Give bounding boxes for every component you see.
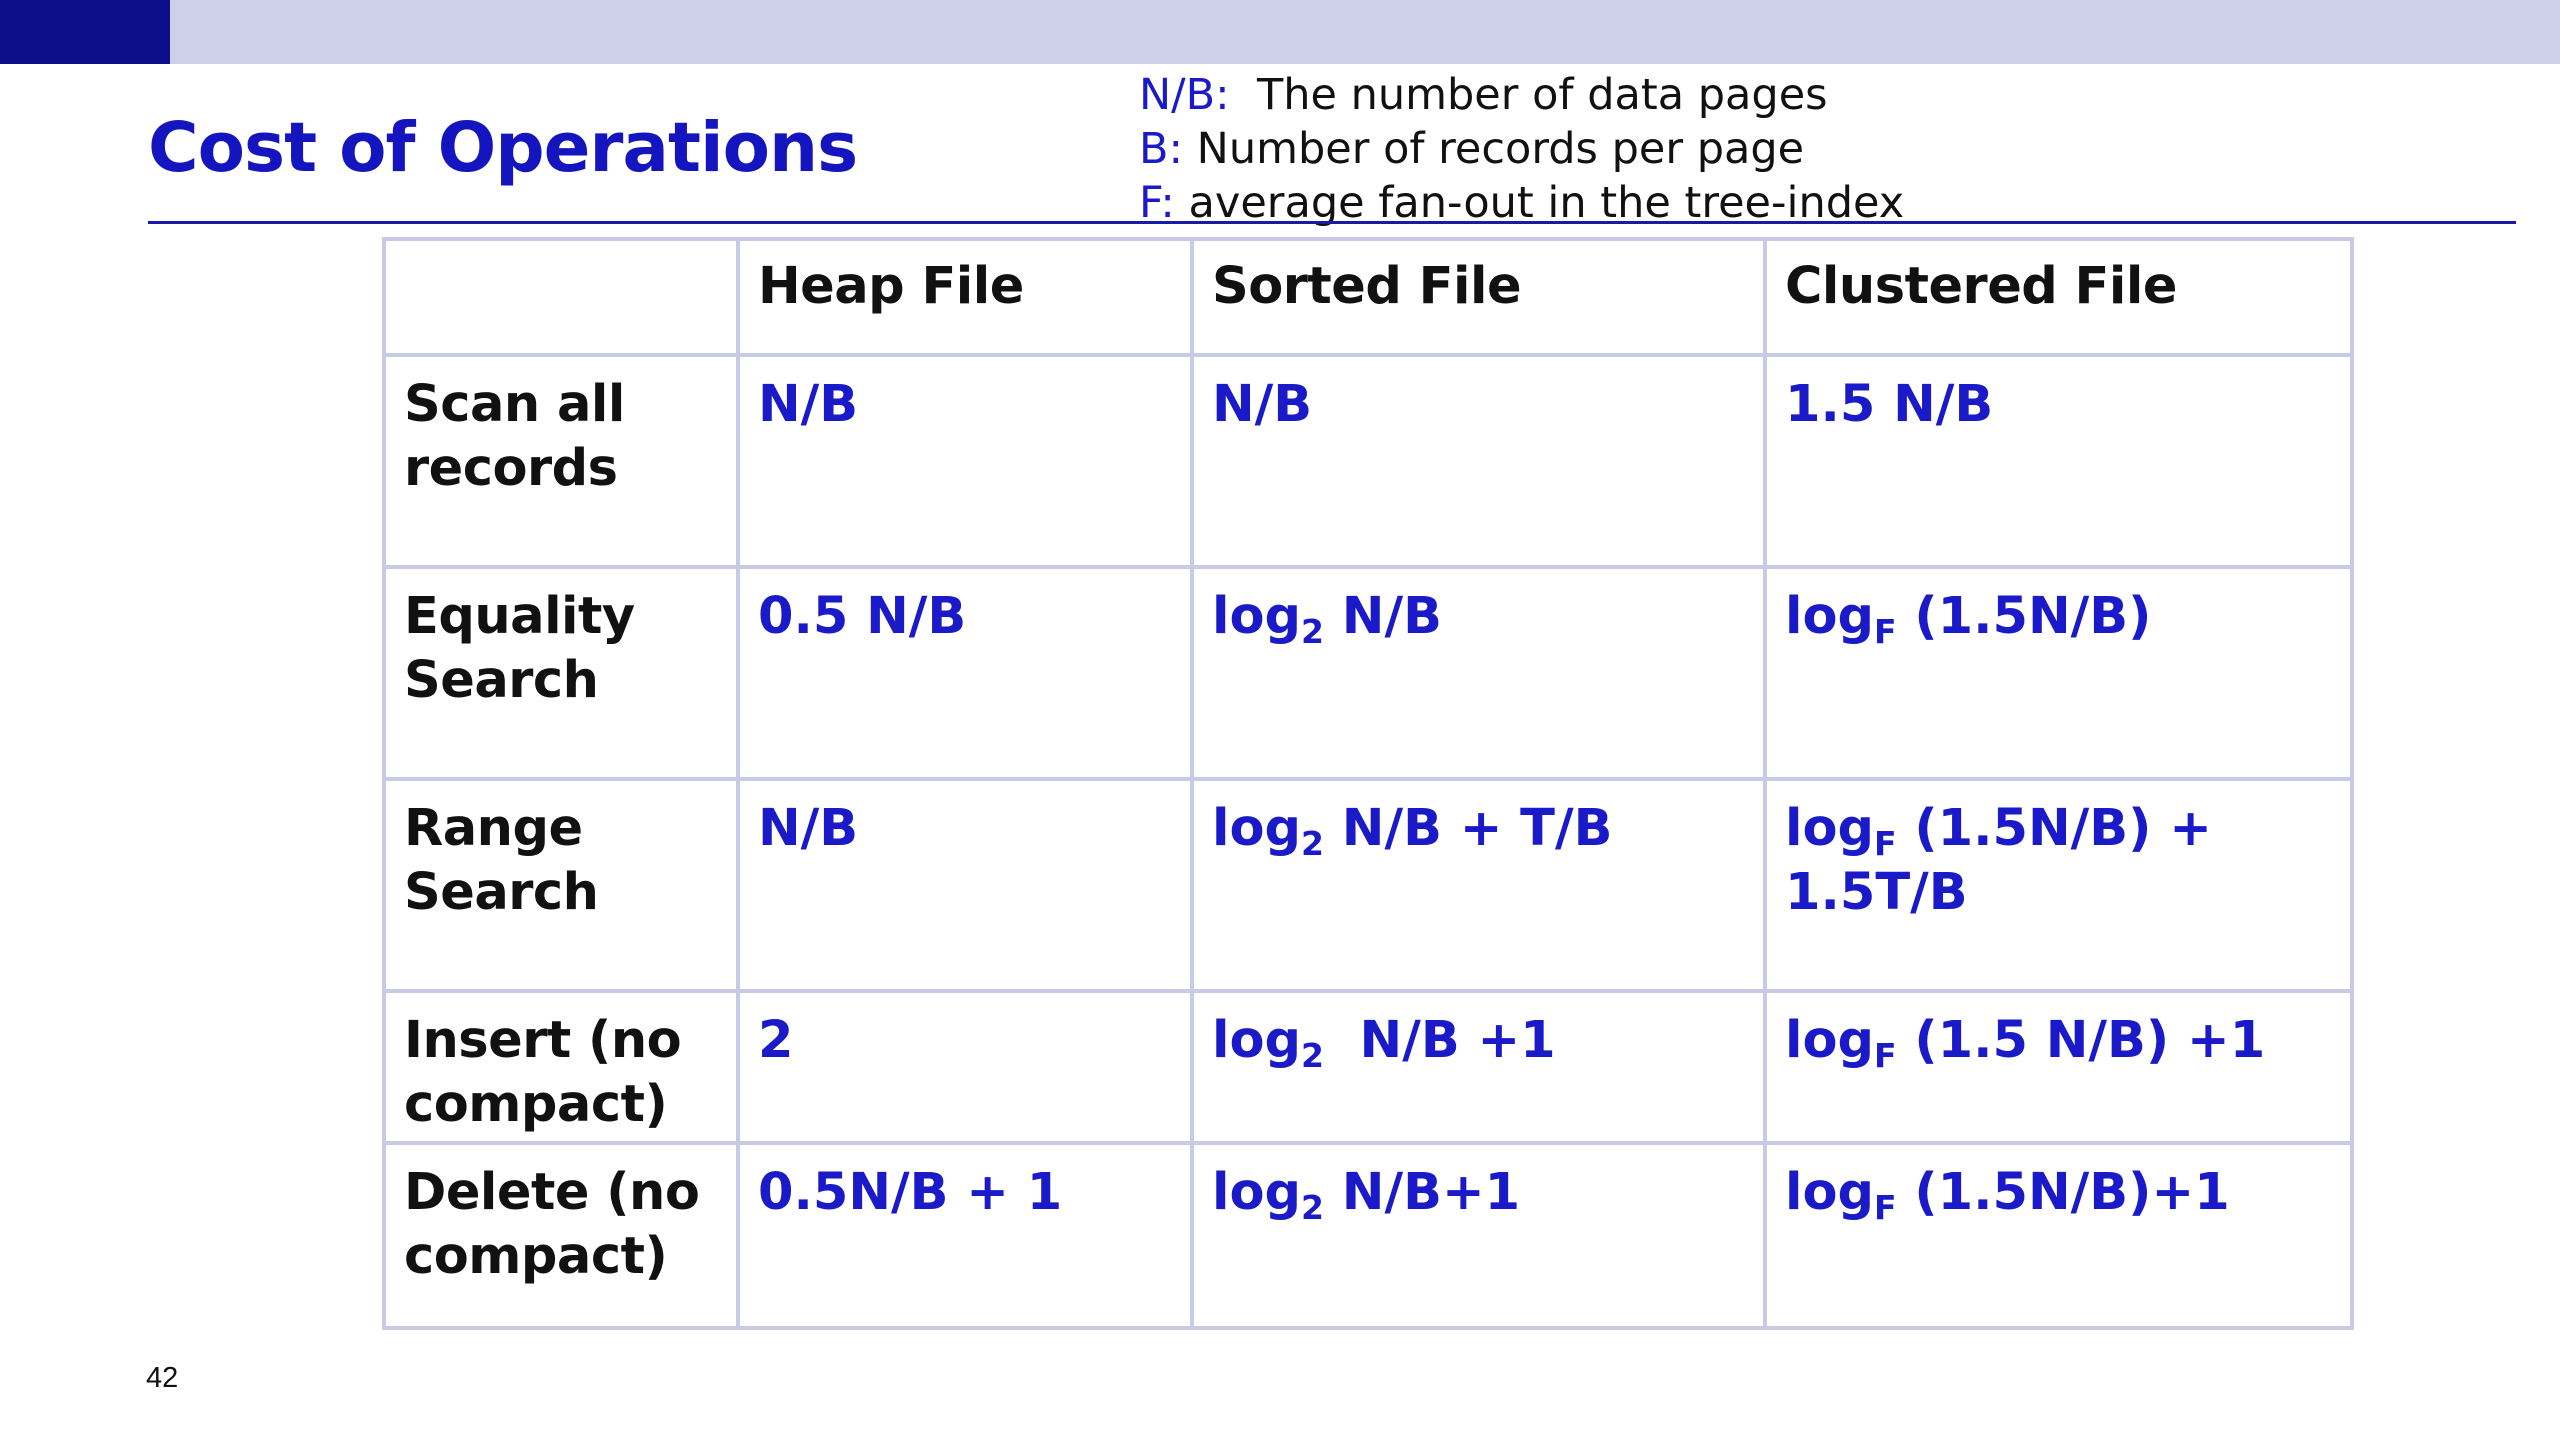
operation-cell: Scan all records bbox=[382, 353, 740, 569]
table-row: Equality Search 0.5 N/B log2 N/B logF (1.… bbox=[382, 565, 2354, 781]
sorted-cost-cell: log2 N/B bbox=[1190, 565, 1767, 781]
heap-cost-cell: N/B bbox=[736, 777, 1194, 993]
clustered-cost-cell: logF (1.5 N/B) +1 bbox=[1763, 989, 2354, 1145]
operation-cell: Insert (no compact) bbox=[382, 989, 740, 1145]
sorted-cost-cell: N/B bbox=[1190, 353, 1767, 569]
table-row: Range Search N/B log2 N/B + T/B logF (1.5… bbox=[382, 777, 2354, 993]
title-underline-rule bbox=[148, 221, 2516, 224]
clustered-cost-cell: logF (1.5N/B)+1 bbox=[1763, 1141, 2354, 1330]
clustered-cost-cell: logF (1.5N/B) +1.5T/B bbox=[1763, 777, 2354, 993]
variable-legend: N/B: The number of data pages B: Number … bbox=[1139, 68, 1904, 230]
table-header-row: Heap File Sorted File Clustered File bbox=[382, 237, 2354, 357]
clustered-cost-cell: logF (1.5N/B) bbox=[1763, 565, 2354, 781]
heap-cost-cell: N/B bbox=[736, 353, 1194, 569]
heap-cost-cell: 2 bbox=[736, 989, 1194, 1145]
top-banner-accent-block bbox=[0, 0, 170, 64]
legend-text: Number of records per page bbox=[1183, 124, 1805, 174]
slide-title: Cost of Operations bbox=[148, 108, 858, 188]
header-cell-sorted-file: Sorted File bbox=[1190, 237, 1767, 357]
table-row: Delete (no compact) 0.5N/B + 1 log2 N/B+1… bbox=[382, 1141, 2354, 1330]
table-row: Scan all records N/B N/B 1.5 N/B bbox=[382, 353, 2354, 569]
sorted-cost-cell: log2 N/B +1 bbox=[1190, 989, 1767, 1145]
page-number: 42 bbox=[146, 1362, 179, 1394]
operation-cell: Delete (no compact) bbox=[382, 1141, 740, 1330]
sorted-cost-cell: log2 N/B + T/B bbox=[1190, 777, 1767, 993]
header-cell-clustered-file: Clustered File bbox=[1763, 237, 2354, 357]
legend-line-nb: N/B: The number of data pages bbox=[1139, 68, 1904, 122]
legend-key: N/B: bbox=[1139, 70, 1230, 120]
cost-table: Heap File Sorted File Clustered File Sca… bbox=[382, 237, 2354, 1330]
sorted-cost-cell: log2 N/B+1 bbox=[1190, 1141, 1767, 1330]
header-label: Clustered File bbox=[1785, 257, 2177, 316]
heap-cost-cell: 0.5 N/B bbox=[736, 565, 1194, 781]
header-label: Sorted File bbox=[1212, 257, 1522, 316]
operation-cell: Range Search bbox=[382, 777, 740, 993]
operation-cell: Equality Search bbox=[382, 565, 740, 781]
legend-line-b: B: Number of records per page bbox=[1139, 122, 1904, 176]
legend-key: B: bbox=[1139, 124, 1183, 174]
table-row: Insert (no compact) 2 log2 N/B +1 logF (1… bbox=[382, 989, 2354, 1145]
top-banner-bar bbox=[0, 0, 2560, 64]
header-cell-heap-file: Heap File bbox=[736, 237, 1194, 357]
header-cell-empty bbox=[382, 237, 740, 357]
legend-text: The number of data pages bbox=[1229, 70, 1828, 120]
clustered-cost-cell: 1.5 N/B bbox=[1763, 353, 2354, 569]
slide: Cost of Operations N/B: The number of da… bbox=[0, 0, 2560, 1440]
header-label: Heap File bbox=[758, 257, 1024, 316]
heap-cost-cell: 0.5N/B + 1 bbox=[736, 1141, 1194, 1330]
